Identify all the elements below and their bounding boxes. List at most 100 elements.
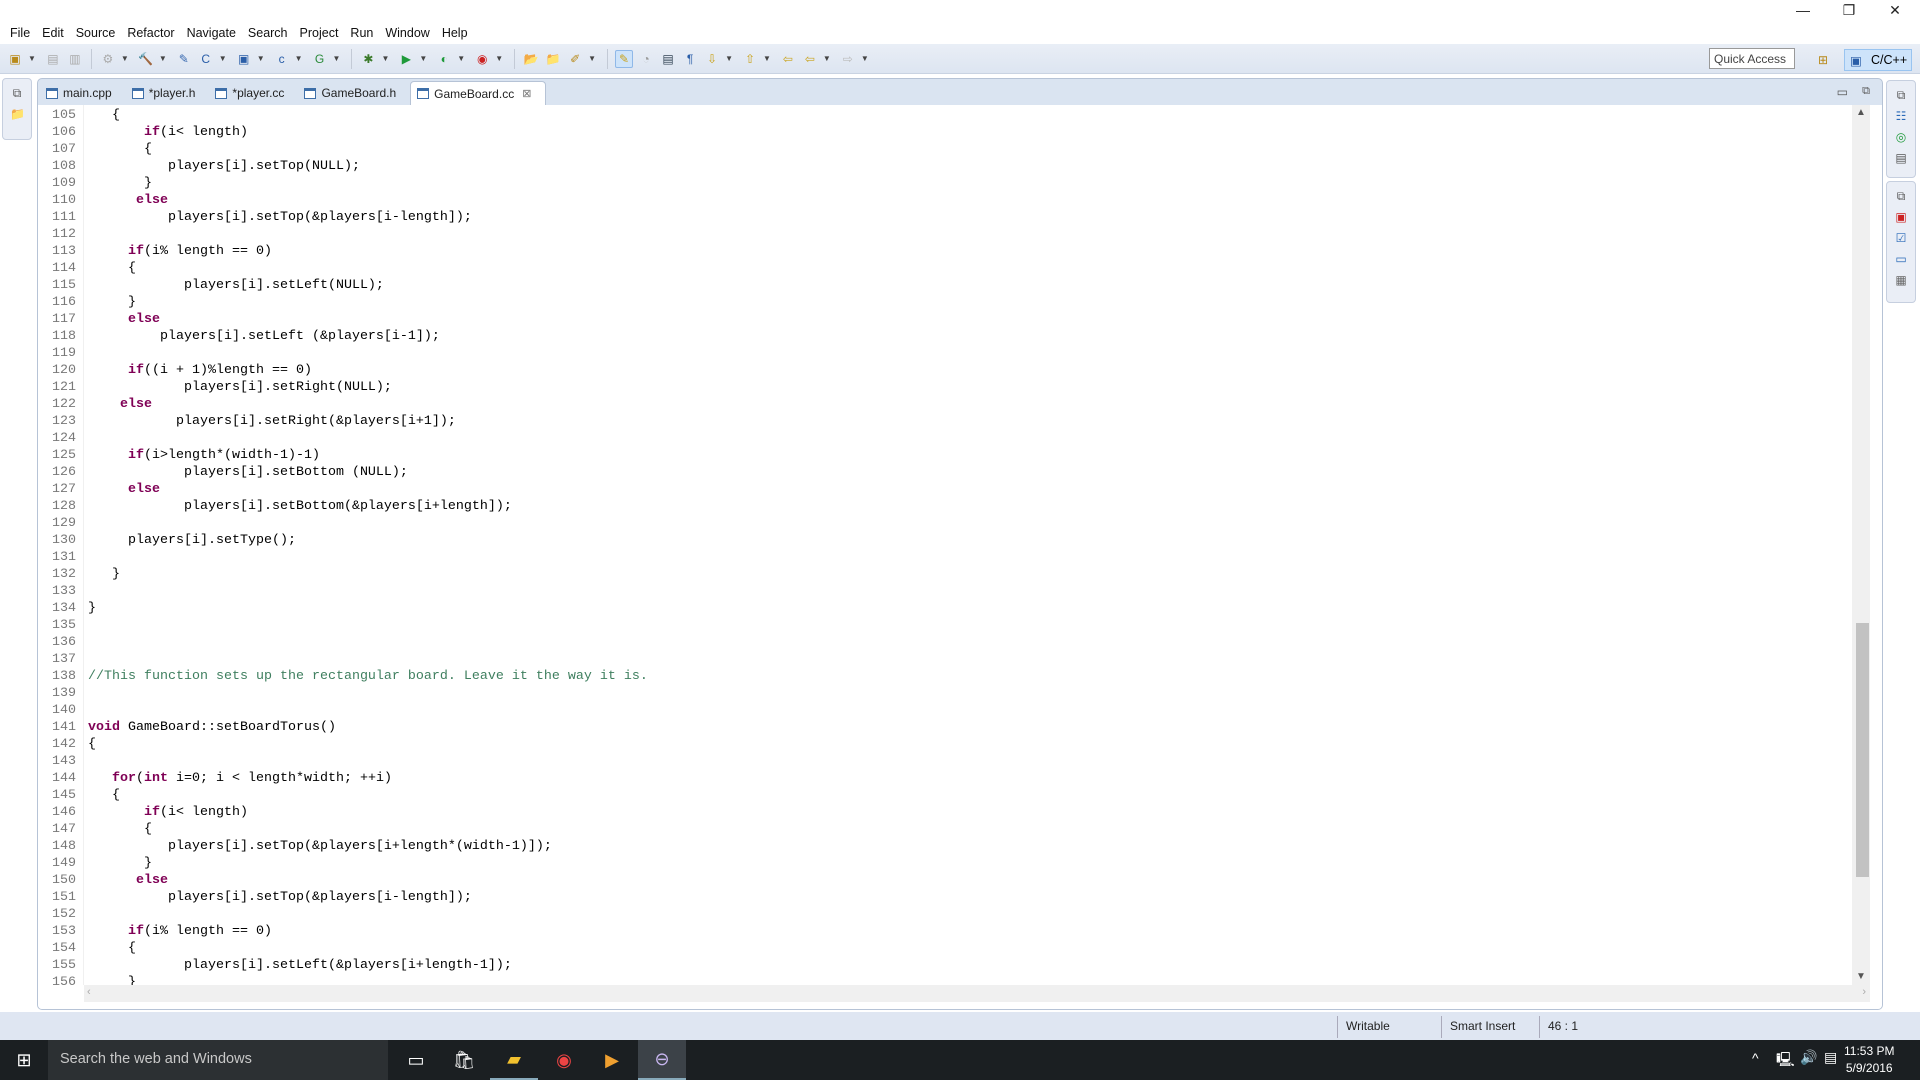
show-hidden-icons-icon[interactable]: ^ <box>1752 1050 1759 1066</box>
menu-window[interactable]: Window <box>379 26 435 40</box>
forward-icon[interactable]: ⇨ <box>839 50 857 68</box>
code-line[interactable]: 119 <box>38 345 1848 362</box>
code-line[interactable]: 120 if((i + 1)%length == 0) <box>38 362 1848 379</box>
close-tab-icon[interactable]: ⊠ <box>522 87 531 100</box>
code-line[interactable]: 107 { <box>38 141 1848 158</box>
make-target-icon[interactable]: ◎ <box>1894 130 1908 144</box>
scroll-left-icon[interactable]: ‹ <box>87 986 91 998</box>
volume-icon[interactable]: 🔊 <box>1800 1049 1817 1066</box>
code-line[interactable]: 150 else <box>38 872 1848 889</box>
dropdown-icon[interactable]: ▼ <box>333 54 341 63</box>
debug-icon[interactable]: ✎ <box>175 50 193 68</box>
dropdown-icon[interactable]: ▼ <box>823 54 831 63</box>
tab-player-h[interactable]: *player.h <box>126 81 210 105</box>
minimize-button[interactable]: — <box>1780 0 1826 22</box>
code-line[interactable]: 127 else <box>38 481 1848 498</box>
search-icon[interactable]: ✐ <box>566 50 584 68</box>
scrollbar-thumb[interactable] <box>1856 623 1869 877</box>
code-line[interactable]: 130 players[i].setType(); <box>38 532 1848 549</box>
code-line[interactable]: 136 <box>38 634 1848 651</box>
dropdown-icon[interactable]: ▼ <box>495 54 503 63</box>
open-perspective-icon[interactable]: ⊞ <box>1814 51 1832 69</box>
new-dropdown-icon[interactable]: ▼ <box>28 54 36 63</box>
next-annotation-icon[interactable]: ⇩ <box>703 50 721 68</box>
dropdown-icon[interactable]: ▼ <box>121 54 129 63</box>
close-window-button[interactable]: ✕ <box>1872 0 1918 22</box>
code-line[interactable]: 106 if(i< length) <box>38 124 1848 141</box>
previous-annotation-icon[interactable]: ⇧ <box>741 50 759 68</box>
code-line[interactable]: 138 //This function sets up the rectangul… <box>38 668 1848 685</box>
code-line[interactable]: 114 { <box>38 260 1848 277</box>
open-type-icon[interactable]: 📂 <box>522 50 540 68</box>
dropdown-icon[interactable]: ▼ <box>763 54 771 63</box>
action-center-icon[interactable]: ▤ <box>1824 1049 1837 1066</box>
include-browser-icon[interactable]: ▤ <box>1894 151 1908 165</box>
debug-bug-icon[interactable]: ✱ <box>359 50 377 68</box>
menu-navigate[interactable]: Navigate <box>181 26 242 40</box>
save-icon[interactable]: ▤ <box>44 50 62 68</box>
restore-icon[interactable]: ⧉ <box>10 86 24 100</box>
back-icon[interactable]: ⇦ <box>801 50 819 68</box>
tab-gameboard-cc[interactable]: GameBoard.cc ⊠ <box>410 81 547 105</box>
menu-project[interactable]: Project <box>294 26 345 40</box>
menu-source[interactable]: Source <box>70 26 122 40</box>
dropdown-icon[interactable]: ▼ <box>457 54 465 63</box>
code-line[interactable]: 116 } <box>38 294 1848 311</box>
code-line[interactable]: 137 <box>38 651 1848 668</box>
menu-refactor[interactable]: Refactor <box>121 26 180 40</box>
dropdown-icon[interactable]: ▼ <box>725 54 733 63</box>
code-lines[interactable]: 105 {106 if(i< length) 107 {108 players[i… <box>38 107 1848 991</box>
code-line[interactable]: 134} <box>38 600 1848 617</box>
new-file-icon[interactable]: c <box>273 50 291 68</box>
build-hammer-icon[interactable]: 🔨 <box>137 50 155 68</box>
code-line[interactable]: 105 { <box>38 107 1848 124</box>
tasks-icon[interactable]: ☑ <box>1894 231 1908 245</box>
restore-button[interactable]: ❐ <box>1826 0 1872 22</box>
dropdown-icon[interactable]: ▼ <box>257 54 265 63</box>
start-windows-icon[interactable]: ⊞ <box>0 1040 48 1080</box>
menu-run[interactable]: Run <box>344 26 379 40</box>
scroll-up-icon[interactable]: ▲ <box>1856 107 1866 118</box>
dropdown-icon[interactable]: ▼ <box>861 54 869 63</box>
toggle-icon[interactable]: ◔ <box>637 50 655 68</box>
code-line[interactable]: 123 players[i].setRight(&players[i+1]); <box>38 413 1848 430</box>
restore-icon[interactable]: ⧉ <box>1894 88 1908 102</box>
code-line[interactable]: 113 if(i% length == 0) <box>38 243 1848 260</box>
code-line[interactable]: 112 <box>38 226 1848 243</box>
code-line[interactable]: 129 <box>38 515 1848 532</box>
code-line[interactable]: 131 <box>38 549 1848 566</box>
code-line[interactable]: 143 <box>38 753 1848 770</box>
run-coverage-icon[interactable]: ◐ <box>435 50 453 68</box>
problems-icon[interactable]: ▣ <box>1894 210 1908 224</box>
new-class-icon[interactable]: C <box>197 50 215 68</box>
code-line[interactable]: 122 else <box>38 396 1848 413</box>
code-line[interactable]: 111 players[i].setTop(&players[i-length]… <box>38 209 1848 226</box>
new-icon[interactable]: ▣ <box>6 50 24 68</box>
taskbar-clock[interactable]: 11:53 PM 5/9/2016 <box>1844 1043 1894 1077</box>
dropdown-icon[interactable]: ▼ <box>419 54 427 63</box>
maximize-editor-icon[interactable]: ⧉ <box>1862 85 1870 98</box>
minimize-editor-icon[interactable]: ▭ <box>1837 85 1848 99</box>
code-line[interactable]: 142 { <box>38 736 1848 753</box>
code-line[interactable]: 141 void GameBoard::setBoardTorus() <box>38 719 1848 736</box>
code-line[interactable]: 155 players[i].setLeft(&players[i+length… <box>38 957 1848 974</box>
code-line[interactable]: 146 if(i< length) <box>38 804 1848 821</box>
network-icon[interactable]: 🖳 <box>1776 1049 1795 1073</box>
code-line[interactable]: 147 { <box>38 821 1848 838</box>
code-line[interactable]: 152 <box>38 906 1848 923</box>
quick-access-input[interactable]: Quick Access <box>1709 48 1795 69</box>
code-editor[interactable]: 105 {106 if(i< length) 107 {108 players[i… <box>38 105 1882 1009</box>
scroll-down-icon[interactable]: ▼ <box>1856 971 1866 982</box>
chrome-icon[interactable]: ◉ <box>540 1040 588 1080</box>
block-selection-icon[interactable]: ▤ <box>659 50 677 68</box>
dropdown-icon[interactable]: ▼ <box>159 54 167 63</box>
outline-icon[interactable]: ☷ <box>1894 109 1908 123</box>
code-line[interactable]: 145 { <box>38 787 1848 804</box>
show-whitespace-icon[interactable]: ¶ <box>681 50 699 68</box>
dropdown-icon[interactable]: ▼ <box>588 54 596 63</box>
tab-gameboard-h[interactable]: GameBoard.h <box>298 81 410 105</box>
tab-player-cc[interactable]: *player.cc <box>209 81 298 105</box>
menu-file[interactable]: File <box>4 26 36 40</box>
code-line[interactable]: 124 <box>38 430 1848 447</box>
code-line[interactable]: 144 for(int i=0; i < length*width; ++i) <box>38 770 1848 787</box>
